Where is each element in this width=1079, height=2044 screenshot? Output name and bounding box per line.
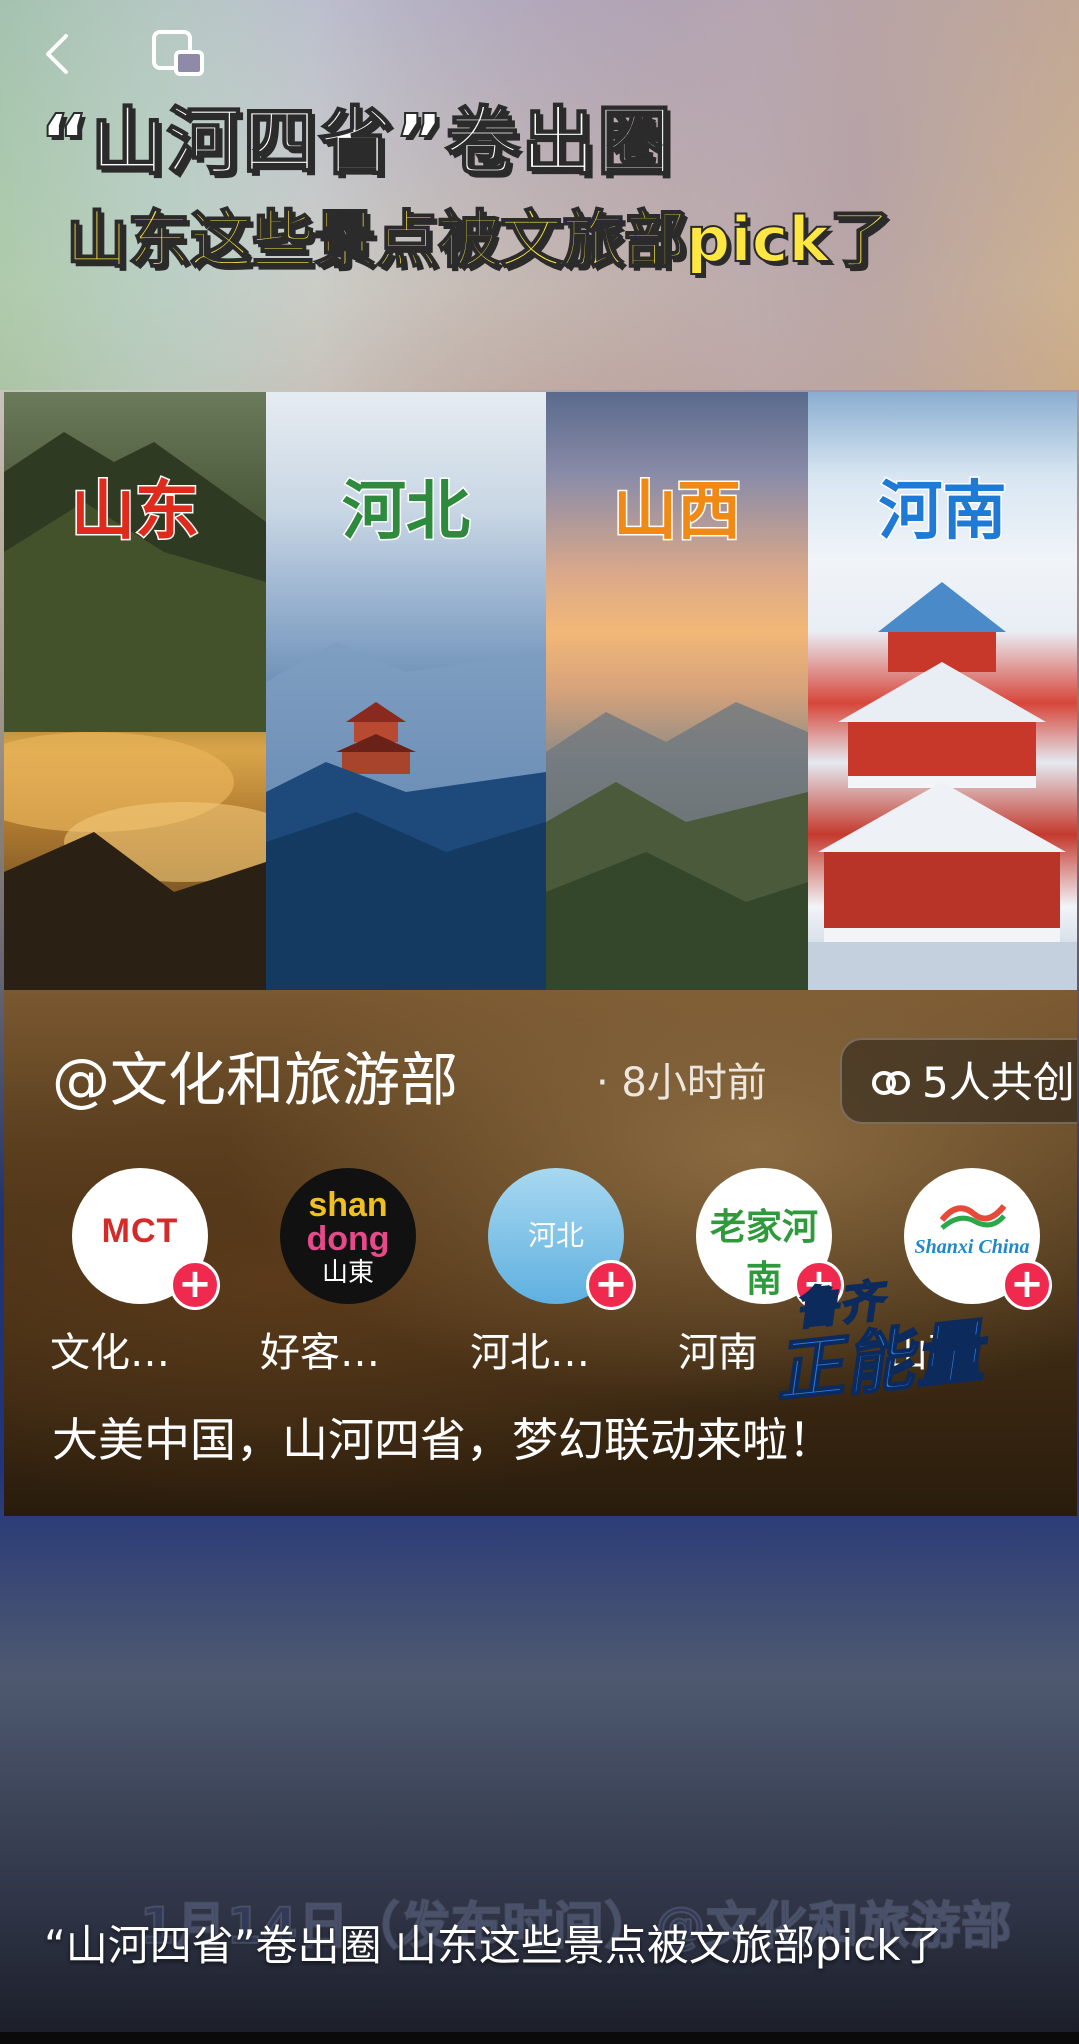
link-icon <box>872 1071 910 1095</box>
creator-name: 好客… <box>260 1330 380 1376</box>
co-creators-count: 5人共创 <box>922 1058 1075 1107</box>
video-frame: “山河四省”卷出圈 山东这些景点被文旅部pick了 山东 河北 山西 河南 @文… <box>0 0 1079 2044</box>
shandong-logo-line3: 山東 <box>321 1258 374 1288</box>
shandong-logo-line1: shan <box>308 1186 388 1224</box>
creator-name: 文化… <box>50 1330 170 1376</box>
shanxi-logo: Shanxi China <box>914 1236 1030 1258</box>
co-creators-badge[interactable]: 5人共创 <box>840 1038 1077 1124</box>
panel-label-shandong: 山东 <box>70 474 201 551</box>
follow-plus-icon[interactable]: + <box>170 1260 220 1310</box>
temple-illustration <box>266 642 546 990</box>
post-card[interactable]: 山东 河北 山西 河南 @文化和旅游部 · 8小时前 5人共创 MCT + 文化… <box>4 392 1077 1516</box>
video-subheadline: 山东这些景点被文旅部pick了 <box>65 202 893 277</box>
post-time: · 8小时前 <box>596 1060 767 1106</box>
pagoda-illustration <box>808 582 1077 990</box>
video-headline: “山河四省”卷出圈 <box>39 99 674 185</box>
post-info: @文化和旅游部 · 8小时前 5人共创 MCT + 文化… shan dong … <box>4 990 1077 1516</box>
shandong-logo-line2: dong <box>306 1220 390 1258</box>
video-caption: “山河四省”卷出圈 山东这些景点被文旅部pick了 <box>44 1921 943 1970</box>
creator-mct[interactable]: MCT + 文化… <box>50 1168 226 1376</box>
avatar[interactable]: shan dong 山東 <box>280 1168 416 1304</box>
author-name[interactable]: @文化和旅游部 <box>52 1040 458 1120</box>
panel-henan: 河南 <box>808 392 1077 990</box>
ridge-illustration <box>546 702 808 990</box>
post-caption: 大美中国，山河四省，梦幻联动来啦！ <box>52 1413 834 1467</box>
pip-icon <box>152 30 204 76</box>
hebei-logo: 河北 <box>527 1219 584 1252</box>
panel-label-hebei: 河北 <box>341 474 472 551</box>
panel-label-shanxi: 山西 <box>612 474 743 551</box>
cloud-sea <box>4 732 266 990</box>
bottom-bar <box>0 2032 1079 2044</box>
panel-shanxi: 山西 <box>546 392 808 990</box>
creator-hebei[interactable]: 河北 + 河北… <box>470 1168 642 1376</box>
panel-shandong: 山东 <box>4 392 266 990</box>
shanxi-logo-mark <box>939 1204 1007 1230</box>
back-button[interactable] <box>38 28 78 80</box>
mct-logo: MCT <box>101 1212 179 1250</box>
creator-shandong[interactable]: shan dong 山東 好客… <box>260 1168 434 1376</box>
follow-plus-icon[interactable]: + <box>586 1260 636 1310</box>
panel-hebei: 河北 <box>266 392 546 990</box>
panel-label-henan: 河南 <box>877 474 1008 551</box>
creator-name: 河北… <box>470 1330 590 1376</box>
picture-in-picture-button[interactable] <box>150 28 206 80</box>
chevron-left-icon <box>46 34 68 74</box>
